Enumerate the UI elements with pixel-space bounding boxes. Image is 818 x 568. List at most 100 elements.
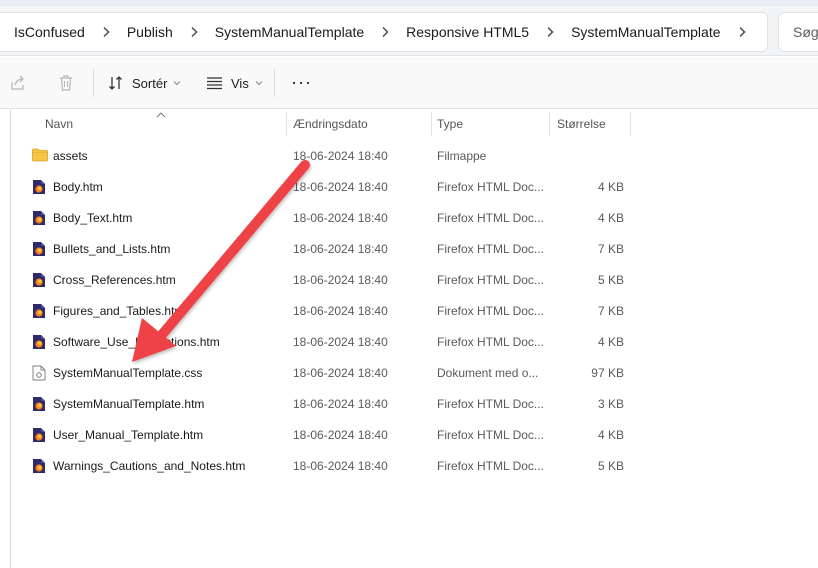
- file-type: Firefox HTML Doc...: [437, 210, 544, 225]
- file-name-cell: Software_Use_Instructions.htm: [32, 326, 220, 357]
- column-header-type[interactable]: Type: [437, 110, 463, 138]
- file-name: SystemManualTemplate.htm: [53, 396, 205, 411]
- folder-icon: [32, 148, 48, 164]
- file-name-cell: Bullets_and_Lists.htm: [32, 233, 170, 264]
- toolbar-divider: [274, 69, 275, 97]
- breadcrumb-item[interactable]: SystemManualTemplate: [215, 24, 364, 40]
- file-date: 18-06-2024 18:40: [293, 458, 388, 473]
- file-size: 4 KB: [597, 210, 624, 225]
- chevron-right-icon[interactable]: [85, 26, 127, 38]
- file-name: Figures_and_Tables.htm: [53, 303, 185, 318]
- file-row[interactable]: Cross_References.htm 18-06-2024 18:40 Fire…: [22, 264, 632, 295]
- file-type: Firefox HTML Doc...: [437, 303, 544, 318]
- file-size: 4 KB: [597, 334, 624, 349]
- file-row[interactable]: User_Manual_Template.htm 18-06-2024 18:40…: [22, 419, 632, 450]
- firefox-html-icon: [32, 427, 48, 443]
- file-type: Dokument med o...: [437, 365, 539, 380]
- file-row[interactable]: Body_Text.htm 18-06-2024 18:40 Firefox HTM…: [22, 202, 632, 233]
- view-button[interactable]: Vis: [206, 71, 263, 95]
- file-size: 3 KB: [597, 396, 624, 411]
- file-date: 18-06-2024 18:40: [293, 427, 388, 442]
- navigation-pane-edge: [0, 110, 11, 568]
- file-row[interactable]: SystemManualTemplate.htm 18-06-2024 18:40…: [22, 388, 632, 419]
- file-name: SystemManualTemplate.css: [53, 365, 203, 380]
- firefox-html-icon: [32, 272, 48, 288]
- file-row[interactable]: Bullets_and_Lists.htm 18-06-2024 18:40 Fir…: [22, 233, 632, 264]
- file-size: 4 KB: [597, 427, 624, 442]
- file-type: Firefox HTML Doc...: [437, 396, 544, 411]
- file-type: Firefox HTML Doc...: [437, 458, 544, 473]
- file-row[interactable]: Figures_and_Tables.htm 18-06-2024 18:40 Fi…: [22, 295, 632, 326]
- search-input[interactable]: Søg: [778, 12, 818, 52]
- file-row[interactable]: SystemManualTemplate.css 18-06-2024 18:40…: [22, 357, 632, 388]
- file-name-cell: assets: [32, 140, 88, 171]
- file-name-cell: Cross_References.htm: [32, 264, 176, 295]
- sort-icon: [108, 75, 124, 91]
- firefox-html-icon: [32, 303, 48, 319]
- file-type: Firefox HTML Doc...: [437, 334, 544, 349]
- file-date: 18-06-2024 18:40: [293, 334, 388, 349]
- file-size: 5 KB: [597, 272, 624, 287]
- breadcrumb-item[interactable]: SystemManualTemplate: [571, 24, 720, 40]
- address-bar-row: IsConfused Publish SystemManualTemplate …: [0, 6, 818, 56]
- more-options-button[interactable]: ···: [291, 73, 312, 91]
- file-row[interactable]: Software_Use_Instructions.htm 18-06-2024 …: [22, 326, 632, 357]
- file-type: Firefox HTML Doc...: [437, 179, 544, 194]
- file-name: Software_Use_Instructions.htm: [53, 334, 220, 349]
- file-date: 18-06-2024 18:40: [293, 272, 388, 287]
- breadcrumb-item[interactable]: Responsive HTML5: [406, 24, 529, 40]
- column-divider[interactable]: [630, 112, 631, 136]
- chevron-right-icon[interactable]: [364, 26, 406, 38]
- column-header-size[interactable]: Størrelse: [557, 110, 606, 138]
- file-date: 18-06-2024 18:40: [293, 365, 388, 380]
- file-date: 18-06-2024 18:40: [293, 303, 388, 318]
- firefox-html-icon: [32, 210, 48, 226]
- toolbar-divider: [93, 69, 94, 97]
- firefox-html-icon: [32, 241, 48, 257]
- firefox-html-icon: [32, 396, 48, 412]
- file-name: Body.htm: [53, 179, 103, 194]
- file-size: 7 KB: [597, 303, 624, 318]
- column-header-name[interactable]: Navn: [45, 110, 73, 138]
- chevron-right-icon[interactable]: [173, 26, 215, 38]
- column-header-date[interactable]: Ændringsdato: [293, 110, 368, 138]
- breadcrumb-item[interactable]: IsConfused: [14, 24, 85, 40]
- column-divider[interactable]: [286, 112, 287, 136]
- file-size: [554, 140, 624, 171]
- sort-label: Sortér: [132, 75, 168, 91]
- chevron-down-icon: [173, 80, 181, 86]
- file-name-cell: Body_Text.htm: [32, 202, 132, 233]
- file-date: 18-06-2024 18:40: [293, 179, 388, 194]
- file-name: Cross_References.htm: [53, 272, 176, 287]
- firefox-html-icon: [32, 334, 48, 350]
- file-name: Body_Text.htm: [53, 210, 133, 225]
- file-date: 18-06-2024 18:40: [293, 396, 388, 411]
- file-name-cell: User_Manual_Template.htm: [32, 419, 203, 450]
- file-type: Firefox HTML Doc...: [437, 241, 544, 256]
- css-file-icon: [32, 365, 48, 381]
- file-date: 18-06-2024 18:40: [293, 241, 388, 256]
- file-type: Firefox HTML Doc...: [437, 272, 544, 287]
- file-size: 4 KB: [597, 179, 624, 194]
- search-placeholder: Søg: [793, 24, 818, 40]
- file-name-cell: SystemManualTemplate.css: [32, 357, 202, 388]
- delete-icon[interactable]: [56, 73, 76, 93]
- file-name-cell: Body.htm: [32, 171, 103, 202]
- file-type: Firefox HTML Doc...: [437, 427, 544, 442]
- file-name: Bullets_and_Lists.htm: [53, 241, 171, 256]
- file-row[interactable]: Warnings_Cautions_and_Notes.htm 18-06-202…: [22, 450, 632, 481]
- chevron-right-icon[interactable]: [721, 26, 763, 38]
- file-row[interactable]: Body.htm 18-06-2024 18:40 Firefox HTML Doc…: [22, 171, 632, 202]
- breadcrumb[interactable]: IsConfused Publish SystemManualTemplate …: [0, 12, 768, 52]
- share-icon[interactable]: [8, 73, 28, 93]
- file-name: Warnings_Cautions_and_Notes.htm: [53, 458, 246, 473]
- column-divider[interactable]: [549, 112, 550, 136]
- file-name: assets: [53, 148, 88, 163]
- firefox-html-icon: [32, 458, 48, 474]
- firefox-html-icon: [32, 179, 48, 195]
- chevron-right-icon[interactable]: [529, 26, 571, 38]
- file-row[interactable]: assets 18-06-2024 18:40 Filmappe: [22, 140, 632, 171]
- column-divider[interactable]: [431, 112, 432, 136]
- sort-button[interactable]: Sortér: [108, 71, 181, 95]
- breadcrumb-item[interactable]: Publish: [127, 24, 173, 40]
